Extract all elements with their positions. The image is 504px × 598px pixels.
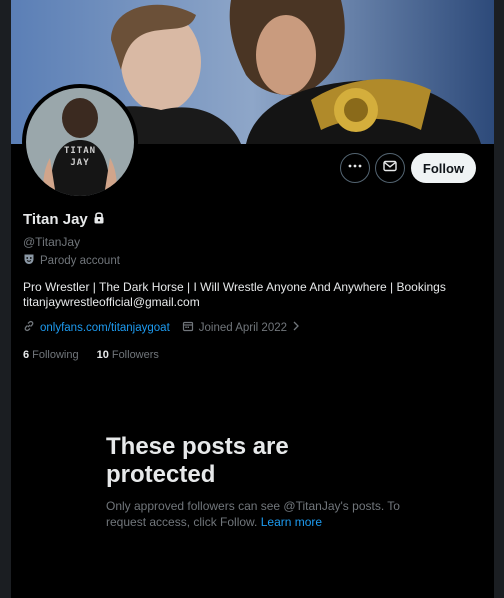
chevron-right-icon[interactable] [292, 321, 300, 334]
right-gutter [494, 0, 504, 598]
link-icon [23, 320, 35, 335]
profile-name: Titan Jay [23, 211, 88, 228]
parody-mask-icon [23, 253, 35, 268]
bio-line-2: titanjaywrestleofficial@gmail.com [23, 295, 200, 309]
learn-more-link[interactable]: Learn more [261, 515, 322, 529]
profile-handle: @TitanJay [23, 235, 81, 249]
profile-bio: Pro Wrestler | The Dark Horse | I Will W… [23, 280, 483, 310]
calendar-icon [182, 320, 194, 335]
profile-meta: onlyfans.com/titanjaygoat Joined April 2… [23, 320, 300, 335]
joined-text: Joined April 2022 [198, 321, 288, 334]
followers-count: 10 [96, 349, 109, 361]
followers-label: Followers [111, 349, 159, 361]
follow-button[interactable]: Follow [411, 153, 476, 183]
protected-title-line-2: protected [106, 461, 216, 488]
profile-name-row: Titan Jay [23, 211, 105, 228]
profile-avatar[interactable]: TITAN JAY [22, 84, 138, 200]
following-label: Following [32, 349, 79, 361]
bio-line-1: Pro Wrestler | The Dark Horse | I Will W… [23, 280, 446, 294]
website-link[interactable]: onlyfans.com/titanjaygoat [40, 322, 170, 334]
protected-title-line-1: These posts are [106, 433, 289, 460]
following-count: 6 [23, 349, 30, 361]
followers-count-link[interactable]: 10 Followers [97, 349, 159, 361]
left-gutter [0, 0, 11, 598]
protected-title: These posts are protected [106, 433, 406, 489]
envelope-icon [382, 158, 398, 179]
more-options-button[interactable] [340, 153, 370, 183]
protected-description-text: Only approved followers can see @TitanJa… [106, 499, 400, 529]
avatar-shirt-line1: TITAN [63, 146, 97, 156]
parody-label-row: Parody account [23, 253, 120, 268]
lock-icon [93, 211, 105, 228]
follow-counts: 6 Following 10 Followers [23, 349, 159, 361]
more-horizontal-icon [347, 158, 363, 179]
profile-column: TITAN JAY Follow Titan Jay @TitanJay Par… [11, 0, 494, 598]
following-count-link[interactable]: 6 Following [23, 349, 79, 361]
parody-label: Parody account [40, 254, 120, 267]
avatar-shirt-line2: JAY [70, 158, 90, 168]
protected-description: Only approved followers can see @TitanJa… [106, 498, 406, 530]
joined-date: Joined April 2022 [182, 320, 300, 335]
message-button[interactable] [375, 153, 405, 183]
